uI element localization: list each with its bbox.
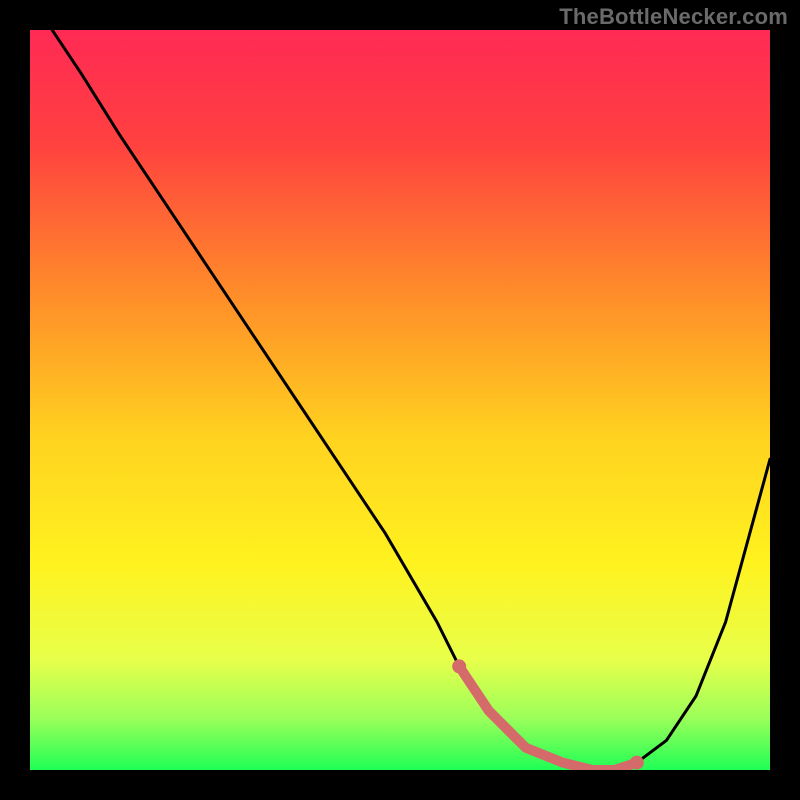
- gradient-background: [30, 30, 770, 770]
- watermark-label: TheBottleNecker.com: [559, 4, 788, 30]
- sweet-spot-end-dot: [630, 756, 644, 770]
- chart-svg: [30, 30, 770, 770]
- plot-area: [30, 30, 770, 770]
- chart-frame: TheBottleNecker.com: [0, 0, 800, 800]
- sweet-spot-start-dot: [452, 659, 466, 673]
